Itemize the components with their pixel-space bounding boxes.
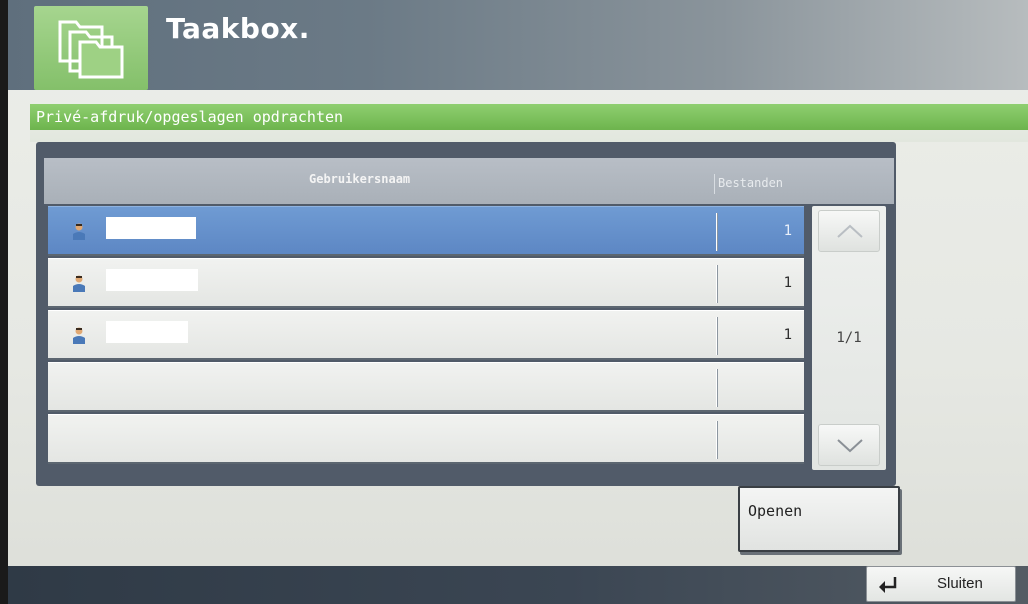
chevron-down-icon bbox=[837, 439, 863, 453]
column-header-username: Gebruikersnaam bbox=[309, 172, 411, 186]
column-divider bbox=[716, 369, 717, 407]
open-button-label: Openen bbox=[748, 502, 803, 520]
close-button-label: Sluiten bbox=[937, 575, 983, 592]
column-divider bbox=[716, 421, 717, 459]
user-icon bbox=[73, 223, 85, 240]
file-count: 1 bbox=[783, 223, 792, 239]
column-header-files: Bestanden bbox=[718, 176, 784, 190]
list-header: Gebruikersnaam Bestanden bbox=[44, 158, 894, 204]
close-button[interactable]: Sluiten bbox=[866, 566, 1016, 602]
column-divider bbox=[716, 265, 717, 303]
list-item-user-3[interactable]: 1 bbox=[48, 310, 804, 360]
title-bar: Taakbox. bbox=[8, 0, 1028, 90]
chevron-up-icon bbox=[837, 224, 863, 238]
username-redacted bbox=[106, 269, 198, 291]
list-item-empty[interactable] bbox=[48, 362, 804, 412]
user-icon bbox=[73, 275, 85, 292]
section-title: Privé-afdruk/opgeslagen opdrachten bbox=[30, 104, 1028, 130]
page-title: Taakbox. bbox=[166, 12, 310, 45]
username-redacted bbox=[106, 321, 188, 343]
scroll-column: 1/1 bbox=[812, 206, 886, 470]
scroll-up-button[interactable] bbox=[818, 210, 880, 252]
open-button[interactable]: Openen bbox=[738, 486, 900, 552]
file-count: 1 bbox=[783, 327, 792, 343]
list-item-user-1[interactable]: 1 bbox=[48, 206, 804, 256]
scroll-down-button[interactable] bbox=[818, 424, 880, 466]
job-box-logo bbox=[34, 6, 148, 90]
folders-icon bbox=[58, 20, 124, 79]
list-item-empty[interactable] bbox=[48, 414, 804, 464]
user-icon bbox=[73, 327, 85, 344]
list-item-user-2[interactable]: 1 bbox=[48, 258, 804, 308]
return-arrow-icon bbox=[879, 577, 897, 593]
username-redacted bbox=[106, 217, 196, 239]
column-divider bbox=[714, 174, 715, 194]
device-screen: Taakbox. Privé-afdruk/opgeslagen opdrach… bbox=[8, 0, 1028, 604]
column-divider bbox=[716, 213, 717, 251]
page-indicator: 1/1 bbox=[836, 330, 862, 346]
column-divider bbox=[716, 317, 717, 355]
file-count: 1 bbox=[783, 275, 792, 291]
